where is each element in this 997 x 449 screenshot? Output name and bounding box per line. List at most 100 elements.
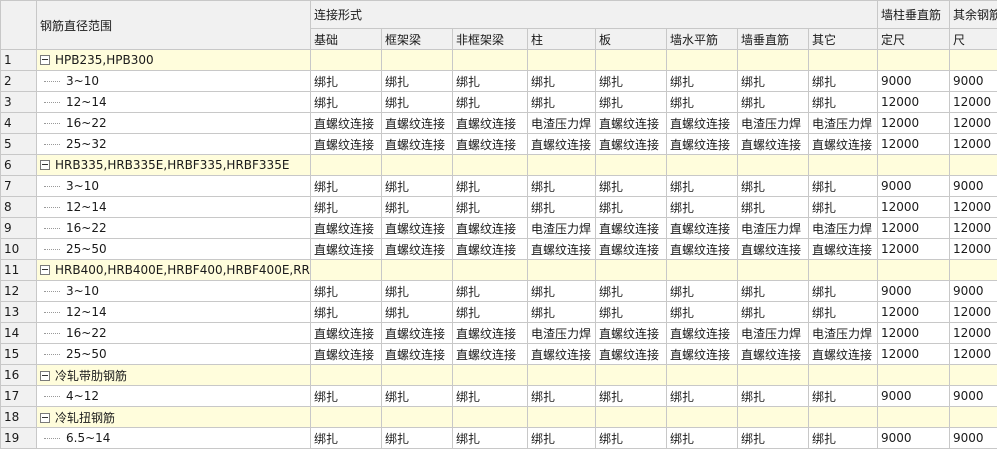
table-row[interactable]: 174~12绑扎绑扎绑扎绑扎绑扎绑扎绑扎绑扎90009000 <box>1 386 997 407</box>
connection-cell[interactable]: 绑扎 <box>453 428 528 449</box>
range-cell[interactable]: 6.5~14 <box>37 428 311 449</box>
connection-cell[interactable]: 直螺纹连接 <box>738 239 809 260</box>
connection-cell[interactable]: 直螺纹连接 <box>382 239 453 260</box>
group-empty-cell[interactable] <box>878 407 950 428</box>
range-cell[interactable]: 16~22 <box>37 323 311 344</box>
row-number[interactable]: 2 <box>1 71 37 92</box>
connection-cell[interactable]: 绑扎 <box>453 71 528 92</box>
group-empty-cell[interactable] <box>596 50 667 71</box>
connection-cell[interactable]: 直螺纹连接 <box>809 134 878 155</box>
collapse-icon[interactable] <box>40 55 50 65</box>
connection-cell[interactable]: 绑扎 <box>809 428 878 449</box>
fixed-length-cell[interactable]: 9000 <box>878 281 950 302</box>
fixed-length-cell[interactable]: 12000 <box>950 218 997 239</box>
row-number[interactable]: 10 <box>1 239 37 260</box>
group-row[interactable]: 6HRB335,HRB335E,HRBF335,HRBF335E <box>1 155 997 176</box>
fixed-length-cell[interactable]: 12000 <box>878 134 950 155</box>
connection-cell[interactable]: 直螺纹连接 <box>311 218 382 239</box>
connection-cell[interactable]: 绑扎 <box>596 197 667 218</box>
row-number[interactable]: 7 <box>1 176 37 197</box>
fixed-length-cell[interactable]: 9000 <box>878 71 950 92</box>
connection-cell[interactable]: 直螺纹连接 <box>311 344 382 365</box>
connection-cell[interactable]: 绑扎 <box>596 176 667 197</box>
connection-cell[interactable]: 绑扎 <box>809 302 878 323</box>
header-col-frame-beam[interactable]: 框架梁 <box>382 29 453 50</box>
connection-cell[interactable]: 直螺纹连接 <box>596 323 667 344</box>
connection-cell[interactable]: 绑扎 <box>382 281 453 302</box>
row-number[interactable]: 14 <box>1 323 37 344</box>
connection-cell[interactable]: 直螺纹连接 <box>311 113 382 134</box>
range-cell[interactable]: 12~14 <box>37 197 311 218</box>
row-number[interactable]: 12 <box>1 281 37 302</box>
collapse-icon[interactable] <box>40 160 50 170</box>
group-empty-cell[interactable] <box>453 155 528 176</box>
connection-cell[interactable]: 直螺纹连接 <box>311 323 382 344</box>
fixed-length-cell[interactable]: 9000 <box>950 281 997 302</box>
connection-cell[interactable]: 直螺纹连接 <box>596 218 667 239</box>
group-row[interactable]: 16冷轧带肋钢筋 <box>1 365 997 386</box>
group-empty-cell[interactable] <box>528 407 596 428</box>
row-number[interactable]: 17 <box>1 386 37 407</box>
table-row[interactable]: 73~10绑扎绑扎绑扎绑扎绑扎绑扎绑扎绑扎90009000 <box>1 176 997 197</box>
connection-cell[interactable]: 绑扎 <box>382 92 453 113</box>
connection-cell[interactable]: 绑扎 <box>382 71 453 92</box>
connection-cell[interactable]: 绑扎 <box>528 281 596 302</box>
group-row[interactable]: 18冷轧扭钢筋 <box>1 407 997 428</box>
connection-cell[interactable]: 直螺纹连接 <box>453 344 528 365</box>
fixed-length-cell[interactable]: 9000 <box>878 386 950 407</box>
connection-cell[interactable]: 绑扎 <box>382 197 453 218</box>
table-row[interactable]: 123~10绑扎绑扎绑扎绑扎绑扎绑扎绑扎绑扎90009000 <box>1 281 997 302</box>
connection-cell[interactable]: 直螺纹连接 <box>738 344 809 365</box>
group-empty-cell[interactable] <box>382 155 453 176</box>
connection-cell[interactable]: 绑扎 <box>596 428 667 449</box>
group-empty-cell[interactable] <box>311 260 382 281</box>
group-empty-cell[interactable] <box>738 365 809 386</box>
connection-cell[interactable]: 绑扎 <box>382 176 453 197</box>
connection-cell[interactable]: 电渣压力焊 <box>809 323 878 344</box>
connection-cell[interactable]: 绑扎 <box>596 281 667 302</box>
connection-cell[interactable]: 绑扎 <box>528 428 596 449</box>
header-col-wall-horizontal[interactable]: 墙水平筋 <box>667 29 738 50</box>
connection-cell[interactable]: 直螺纹连接 <box>596 344 667 365</box>
connection-cell[interactable]: 绑扎 <box>311 428 382 449</box>
connection-cell[interactable]: 绑扎 <box>311 197 382 218</box>
connection-cell[interactable]: 绑扎 <box>311 386 382 407</box>
group-empty-cell[interactable] <box>382 50 453 71</box>
group-empty-cell[interactable] <box>311 407 382 428</box>
fixed-length-cell[interactable]: 12000 <box>950 134 997 155</box>
range-cell[interactable]: 12~14 <box>37 92 311 113</box>
header-col-other[interactable]: 其它 <box>809 29 878 50</box>
connection-cell[interactable]: 绑扎 <box>738 302 809 323</box>
group-empty-cell[interactable] <box>596 260 667 281</box>
connection-cell[interactable]: 直螺纹连接 <box>311 134 382 155</box>
connection-cell[interactable]: 直螺纹连接 <box>382 323 453 344</box>
group-empty-cell[interactable] <box>667 155 738 176</box>
group-label-cell[interactable]: HRB400,HRB400E,HRBF400,HRBF400E,RR... <box>37 260 311 281</box>
connection-cell[interactable]: 直螺纹连接 <box>311 239 382 260</box>
range-cell[interactable]: 3~10 <box>37 71 311 92</box>
table-row[interactable]: 196.5~14绑扎绑扎绑扎绑扎绑扎绑扎绑扎绑扎90009000 <box>1 428 997 449</box>
range-cell[interactable]: 25~50 <box>37 239 311 260</box>
connection-cell[interactable]: 绑扎 <box>667 281 738 302</box>
table-row[interactable]: 916~22直螺纹连接直螺纹连接直螺纹连接电渣压力焊直螺纹连接直螺纹连接电渣压力… <box>1 218 997 239</box>
group-empty-cell[interactable] <box>878 50 950 71</box>
group-empty-cell[interactable] <box>950 365 997 386</box>
connection-cell[interactable]: 绑扎 <box>596 92 667 113</box>
fixed-length-cell[interactable]: 12000 <box>878 92 950 113</box>
group-empty-cell[interactable] <box>809 260 878 281</box>
connection-cell[interactable]: 直螺纹连接 <box>667 113 738 134</box>
connection-cell[interactable]: 直螺纹连接 <box>453 239 528 260</box>
group-label-cell[interactable]: HPB235,HPB300 <box>37 50 311 71</box>
fixed-length-cell[interactable]: 12000 <box>878 113 950 134</box>
connection-cell[interactable]: 直螺纹连接 <box>809 344 878 365</box>
connection-cell[interactable]: 直螺纹连接 <box>453 218 528 239</box>
fixed-length-cell[interactable]: 9000 <box>950 428 997 449</box>
connection-cell[interactable]: 绑扎 <box>382 428 453 449</box>
header-wall-fixed-2[interactable]: 定尺 <box>878 29 950 50</box>
fixed-length-cell[interactable]: 12000 <box>950 197 997 218</box>
group-row[interactable]: 1HPB235,HPB300 <box>1 50 997 71</box>
group-empty-cell[interactable] <box>528 260 596 281</box>
fixed-length-cell[interactable]: 12000 <box>878 323 950 344</box>
connection-cell[interactable]: 绑扎 <box>453 281 528 302</box>
range-cell[interactable]: 3~10 <box>37 176 311 197</box>
